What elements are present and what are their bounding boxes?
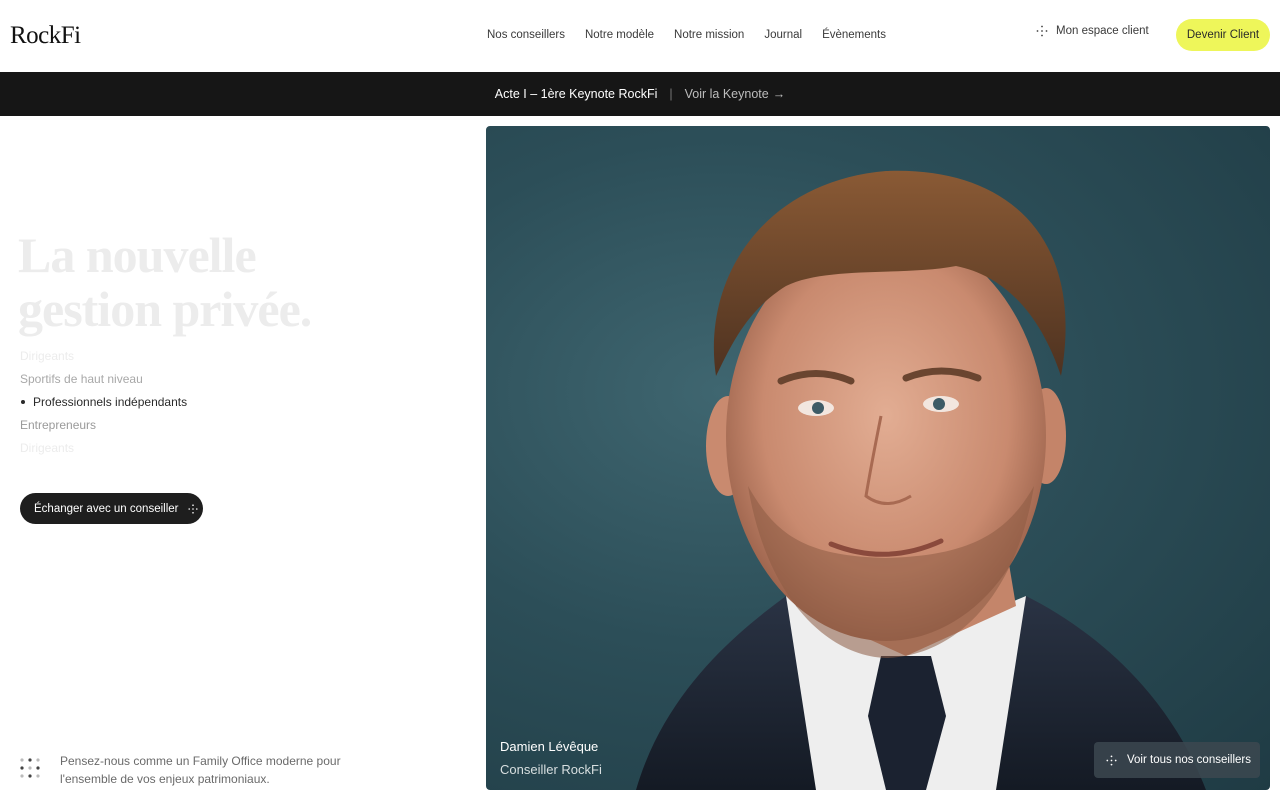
- client-space-link[interactable]: Mon espace client: [1036, 25, 1149, 37]
- bullet-icon: [21, 399, 25, 404]
- footer-note: Pensez-nous comme un Family Office moder…: [18, 752, 360, 788]
- site-header: RockFi Nos conseillers Notre modèle Notr…: [0, 0, 1280, 72]
- sparkle-icon: [188, 503, 199, 514]
- keynote-link-label: Voir la Keynote: [684, 87, 769, 101]
- keynote-link[interactable]: Voir la Keynote →: [685, 87, 786, 101]
- client-space-label: Mon espace client: [1056, 25, 1149, 37]
- logo[interactable]: RockFi: [10, 22, 81, 50]
- audience-item-active: Professionnels indépendants: [20, 390, 187, 413]
- sparkle-icon: [1106, 754, 1117, 766]
- audience-item: Entrepreneurs: [20, 417, 97, 432]
- dots-grid-icon: [20, 758, 40, 778]
- sparkle-icon: [1036, 25, 1048, 37]
- nav-notre-mission[interactable]: Notre mission: [664, 29, 754, 41]
- see-all-advisors-label: Voir tous nos conseillers: [1127, 754, 1252, 766]
- talk-to-advisor-label: Échanger avec un conseiller: [34, 502, 179, 515]
- nav-notre-modele[interactable]: Notre modèle: [575, 29, 664, 41]
- see-all-advisors-button[interactable]: Voir tous nos conseillers: [1094, 742, 1260, 778]
- banner-title: Acte I – 1ère Keynote RockFi: [494, 87, 658, 101]
- footer-note-text: Pensez-nous comme un Family Office moder…: [60, 754, 341, 786]
- nav-evenements[interactable]: Évènements: [812, 29, 896, 41]
- audience-item: Sportifs de haut niveau: [20, 371, 143, 386]
- hero-title-line-1: La nouvelle: [18, 227, 257, 283]
- advisor-portrait-image: [636, 170, 1206, 790]
- audience-rotator: Dirigeants Sportifs de haut niveau Profe…: [20, 344, 187, 459]
- banner-separator: |: [669, 87, 673, 101]
- announcement-banner: Acte I – 1ère Keynote RockFi | Voir la K…: [0, 72, 1280, 116]
- advisor-role: Conseiller RockFi: [500, 762, 602, 777]
- advisor-photo-card: Damien Lévêque Conseiller RockFi Voir to…: [486, 126, 1270, 790]
- main-nav: Nos conseillers Notre modèle Notre missi…: [477, 0, 896, 70]
- become-client-button[interactable]: Devenir Client: [1176, 19, 1270, 51]
- nav-journal[interactable]: Journal: [754, 29, 812, 41]
- hero-title-line-2: gestion privée.: [18, 281, 312, 337]
- arrow-right-icon: →: [772, 87, 786, 101]
- audience-item: Dirigeants: [20, 348, 75, 363]
- audience-item: Dirigeants: [20, 440, 75, 455]
- talk-to-advisor-button[interactable]: Échanger avec un conseiller: [20, 493, 203, 524]
- advisor-name: Damien Lévêque: [500, 739, 599, 754]
- hero-title: La nouvelle gestion privée.: [18, 227, 312, 337]
- nav-nos-conseillers[interactable]: Nos conseillers: [477, 29, 575, 41]
- audience-item-label: Professionnels indépendants: [33, 394, 188, 409]
